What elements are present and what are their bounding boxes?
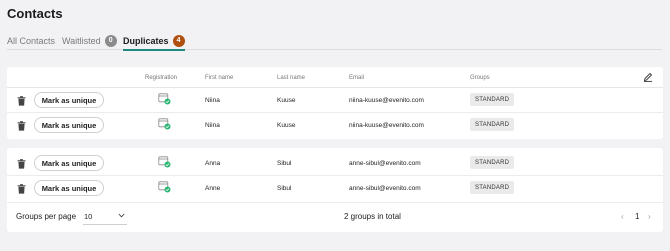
chevron-down-icon bbox=[118, 213, 125, 218]
tab-label: Duplicates bbox=[123, 36, 169, 46]
next-page-button[interactable]: › bbox=[648, 212, 651, 221]
calendar-check-icon bbox=[158, 156, 171, 168]
last-name-cell: Kuuse bbox=[277, 122, 296, 129]
group-badge: STANDARD bbox=[470, 181, 515, 194]
duplicate-group-card: Mark as unique Anna Sibul anne-sibul@eve… bbox=[7, 148, 663, 232]
table-row: Mark as unique Anne Sibul anne-sibul@eve… bbox=[7, 176, 663, 201]
group-badge: STANDARD bbox=[470, 156, 515, 169]
trash-icon[interactable] bbox=[17, 184, 26, 194]
total-groups-text: 2 groups in total bbox=[344, 212, 401, 221]
count-badge: 0 bbox=[104, 35, 117, 47]
tab-duplicates[interactable]: Duplicates 4 bbox=[123, 32, 185, 51]
header-email: Email bbox=[349, 75, 365, 81]
last-name-cell: Sibul bbox=[277, 185, 292, 192]
mark-as-unique-button[interactable]: Mark as unique bbox=[34, 92, 104, 108]
table-row: Mark as unique Anna Sibul anne-sibul@eve… bbox=[7, 151, 663, 176]
last-name-cell: Sibul bbox=[277, 160, 292, 167]
table-header: Registration First name Last name Email … bbox=[7, 67, 663, 88]
groups-per-page-value: 10 bbox=[84, 212, 93, 221]
groups-per-page-label: Groups per page bbox=[16, 212, 77, 221]
header-registration: Registration bbox=[145, 75, 178, 81]
duplicate-group-card: Registration First name Last name Email … bbox=[7, 67, 663, 139]
group-badge: STANDARD bbox=[470, 93, 515, 106]
last-name-cell: Kuuse bbox=[277, 97, 296, 104]
email-cell: anne-sibul@evenito.com bbox=[349, 160, 421, 167]
trash-icon[interactable] bbox=[17, 159, 26, 169]
trash-icon[interactable] bbox=[17, 96, 26, 106]
first-name-cell: Niina bbox=[205, 122, 220, 129]
previous-page-button[interactable]: ‹ bbox=[621, 212, 624, 221]
calendar-check-icon bbox=[158, 118, 171, 130]
calendar-check-icon bbox=[158, 181, 171, 193]
first-name-cell: Anne bbox=[205, 185, 221, 192]
tab-bar: All Contacts Waitlisted 0 Duplicates 4 bbox=[7, 32, 662, 51]
table-row: Mark as unique Niina Kuuse niina-kuuse@e… bbox=[7, 113, 663, 138]
group-badge: STANDARD bbox=[470, 118, 515, 131]
tab-all-contacts[interactable]: All Contacts bbox=[7, 32, 55, 50]
current-page-number[interactable]: 1 bbox=[635, 212, 639, 221]
email-cell: anne-sibul@evenito.com bbox=[349, 185, 421, 192]
first-name-cell: Niina bbox=[205, 97, 220, 104]
page-title: Contacts bbox=[7, 6, 63, 21]
email-cell: niina-kuuse@evenito.com bbox=[349, 97, 424, 104]
trash-icon[interactable] bbox=[17, 121, 26, 131]
email-cell: niina-kuuse@evenito.com bbox=[349, 122, 424, 129]
table-row: Mark as unique Niina Kuuse niina-kuuse@e… bbox=[7, 88, 663, 113]
header-last-name: Last name bbox=[277, 75, 306, 81]
mark-as-unique-button[interactable]: Mark as unique bbox=[34, 155, 104, 171]
pencil-icon[interactable] bbox=[643, 72, 653, 82]
groups-per-page-select[interactable]: 10 bbox=[83, 207, 127, 225]
mark-as-unique-button[interactable]: Mark as unique bbox=[34, 180, 104, 196]
mark-as-unique-button[interactable]: Mark as unique bbox=[34, 117, 104, 133]
header-first-name: First name bbox=[205, 75, 234, 81]
tab-label: All Contacts bbox=[7, 36, 56, 46]
tab-waitlisted[interactable]: Waitlisted 0 bbox=[62, 32, 117, 50]
pagination-footer: Groups per page 10 2 groups in total ‹ 1… bbox=[7, 202, 663, 232]
first-name-cell: Anna bbox=[205, 160, 221, 167]
header-groups: Groups bbox=[470, 75, 490, 81]
tab-label: Waitlisted bbox=[62, 36, 101, 46]
count-badge: 4 bbox=[172, 35, 185, 47]
calendar-check-icon bbox=[158, 93, 171, 105]
